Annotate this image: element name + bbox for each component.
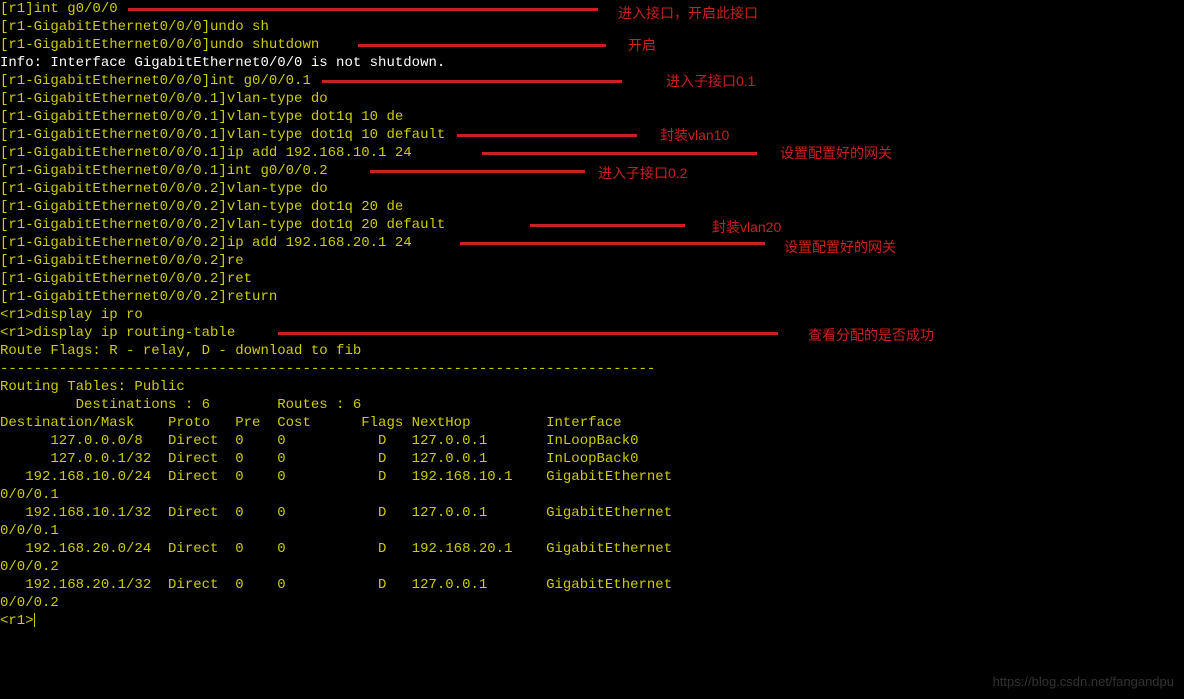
terminal-line: <r1>display ip ro bbox=[0, 306, 1184, 324]
annotation-underline bbox=[322, 80, 622, 83]
annotation-underline bbox=[370, 170, 585, 173]
routing-table-row: 192.168.20.1/32 Direct 0 0 D 127.0.0.1 G… bbox=[0, 576, 1184, 594]
annotation-underline bbox=[128, 8, 598, 11]
terminal-line: [r1-GigabitEthernet0/0/0.2]vlan-type do bbox=[0, 180, 1184, 198]
annotation-underline bbox=[530, 224, 685, 227]
annotation-underline bbox=[460, 242, 765, 245]
terminal-line: Route Flags: R - relay, D - download to … bbox=[0, 342, 1184, 360]
annotation-label: 进入子接口0.1 bbox=[666, 72, 755, 90]
terminal-line: [r1-GigabitEthernet0/0/0.2]re bbox=[0, 252, 1184, 270]
terminal-line: [r1-GigabitEthernet0/0/0.2]ret bbox=[0, 270, 1184, 288]
routing-table-row: 192.168.20.0/24 Direct 0 0 D 192.168.20.… bbox=[0, 540, 1184, 558]
routing-table-row: 192.168.10.1/32 Direct 0 0 D 127.0.0.1 G… bbox=[0, 504, 1184, 522]
routing-table-row: 0/0/0.1 bbox=[0, 486, 1184, 504]
routing-table-header: Destination/Mask Proto Pre Cost Flags Ne… bbox=[0, 414, 1184, 432]
routing-table-row: 192.168.10.0/24 Direct 0 0 D 192.168.10.… bbox=[0, 468, 1184, 486]
cursor-icon bbox=[34, 613, 35, 627]
routing-table-row: 0/0/0.2 bbox=[0, 558, 1184, 576]
annotation-label: 进入接口，开启此接口 bbox=[618, 4, 758, 22]
annotation-label: 进入子接口0.2 bbox=[598, 164, 687, 182]
terminal-line: [r1-GigabitEthernet0/0/0.2]vlan-type dot… bbox=[0, 198, 1184, 216]
terminal-line-info: Info: Interface GigabitEthernet0/0/0 is … bbox=[0, 54, 1184, 72]
terminal-line: [r1-GigabitEthernet0/0/0.1]vlan-type dot… bbox=[0, 108, 1184, 126]
terminal-line: ----------------------------------------… bbox=[0, 360, 1184, 378]
terminal-line: Destinations : 6 Routes : 6 bbox=[0, 396, 1184, 414]
terminal-line: Routing Tables: Public bbox=[0, 378, 1184, 396]
annotation-label: 设置配置好的网关 bbox=[780, 144, 892, 162]
routing-table-row: 0/0/0.2 bbox=[0, 594, 1184, 612]
routing-table-row: 0/0/0.1 bbox=[0, 522, 1184, 540]
terminal-line: [r1-GigabitEthernet0/0/0.1]vlan-type do bbox=[0, 90, 1184, 108]
annotation-label: 开启 bbox=[628, 36, 656, 54]
terminal-line: [r1-GigabitEthernet0/0/0]undo sh bbox=[0, 18, 1184, 36]
watermark: https://blog.csdn.net/fangandpu bbox=[993, 673, 1174, 691]
annotation-underline bbox=[278, 332, 778, 335]
annotation-underline bbox=[358, 44, 606, 47]
routing-table-row: 127.0.0.0/8 Direct 0 0 D 127.0.0.1 InLoo… bbox=[0, 432, 1184, 450]
annotation-underline bbox=[457, 134, 637, 137]
terminal-prompt[interactable]: <r1> bbox=[0, 612, 1184, 630]
routing-table-row: 127.0.0.1/32 Direct 0 0 D 127.0.0.1 InLo… bbox=[0, 450, 1184, 468]
annotation-label: 封装vlan10 bbox=[660, 126, 729, 144]
terminal-line: [r1-GigabitEthernet0/0/0.1]int g0/0/0.2 bbox=[0, 162, 1184, 180]
annotation-underline bbox=[482, 152, 757, 155]
annotation-label: 查看分配的是否成功 bbox=[808, 326, 934, 344]
prompt-text: <r1> bbox=[0, 613, 34, 629]
annotation-label: 封装vlan20 bbox=[712, 218, 781, 236]
annotation-label: 设置配置好的网关 bbox=[784, 238, 896, 256]
terminal-line: [r1-GigabitEthernet0/0/0.2]return bbox=[0, 288, 1184, 306]
